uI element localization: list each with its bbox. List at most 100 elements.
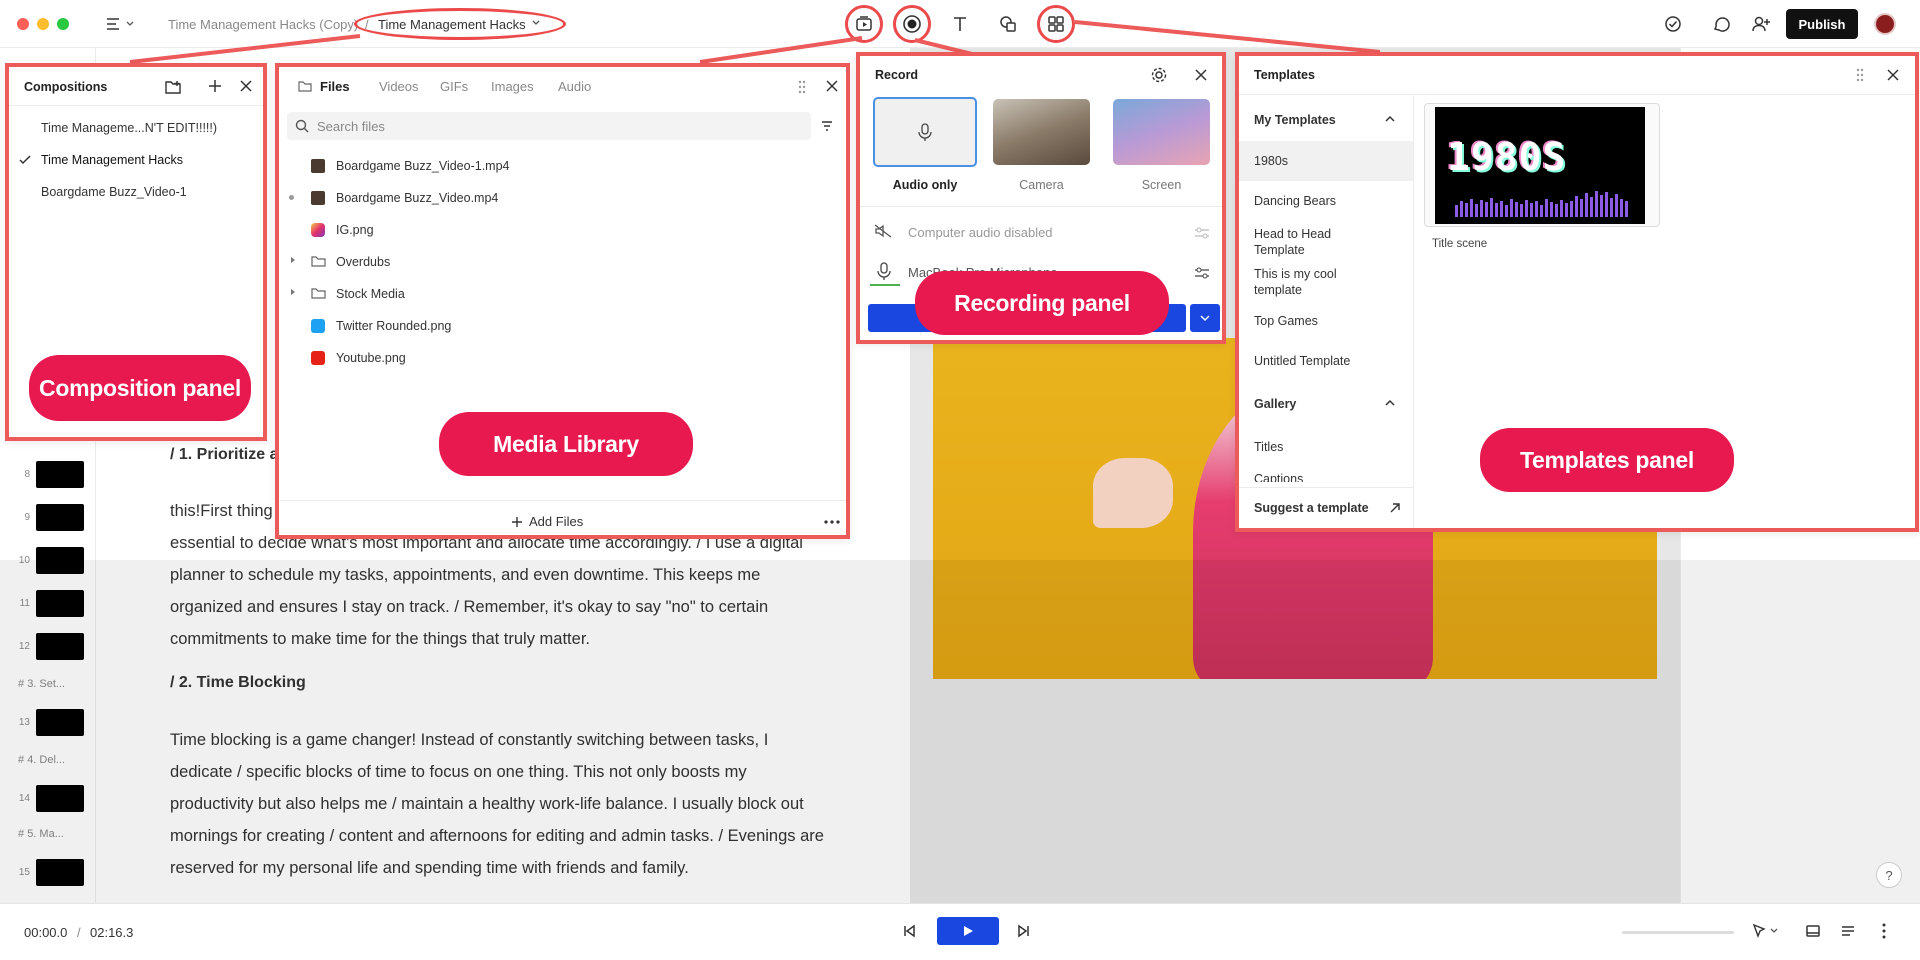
mic-level-meter [870, 284, 900, 286]
script-view-icon[interactable] [1840, 923, 1856, 939]
audio-only-label: Audio only [892, 178, 958, 192]
screen-option[interactable] [1113, 99, 1210, 165]
folder-icon [311, 287, 326, 299]
folder-item[interactable]: Overdubs [336, 255, 390, 269]
file-item[interactable]: Youtube.png [336, 351, 406, 365]
microphone-icon[interactable] [877, 262, 891, 280]
template-preview-title: 1980S [1447, 135, 1567, 179]
template-preview: 1980S [1435, 107, 1645, 224]
camera-option[interactable] [993, 99, 1090, 165]
drag-handle-icon[interactable] [798, 80, 806, 94]
composition-item[interactable]: Boargdame Buzz_Video-1 [41, 185, 187, 199]
template-item[interactable]: This is my cool template [1254, 266, 1374, 298]
file-item[interactable]: Twitter Rounded.png [336, 319, 451, 333]
suggest-template-link[interactable]: Suggest a template [1254, 501, 1369, 515]
dim-overlay [0, 560, 1920, 903]
media-library-panel: Files Videos GIFs Images Audio Search fi… [275, 63, 850, 539]
tab-videos[interactable]: Videos [379, 79, 419, 94]
skip-back-icon[interactable] [902, 924, 916, 938]
gear-icon[interactable] [1150, 66, 1168, 84]
audio-settings-icon[interactable] [1194, 226, 1210, 240]
template-item[interactable]: Head to Head Template [1254, 226, 1374, 258]
template-card-caption: Title scene [1432, 238, 1488, 250]
person-hand [1093, 458, 1173, 528]
cursor-tool-icon[interactable] [1752, 923, 1780, 939]
gallery-item[interactable]: Titles [1254, 440, 1283, 454]
tab-gifs[interactable]: GIFs [440, 79, 468, 94]
templates-panel-title: Templates [1254, 68, 1315, 82]
file-item[interactable]: Boardgame Buzz_Video-1.mp4 [336, 159, 510, 173]
my-templates-heading[interactable]: My Templates [1254, 113, 1336, 127]
tab-audio[interactable]: Audio [558, 79, 591, 94]
expand-arrow-icon[interactable] [290, 256, 296, 264]
mic-settings-icon[interactable] [1194, 266, 1210, 280]
template-card[interactable]: 1980S [1424, 103, 1660, 227]
templates-panel-callout: Templates panel [1480, 428, 1734, 492]
expand-arrow-icon[interactable] [290, 288, 296, 296]
template-item[interactable]: Top Games [1254, 314, 1318, 328]
composition-item[interactable]: Time Manageme...N'T EDIT!!!!!) [41, 121, 217, 135]
microphone-icon [918, 123, 932, 141]
close-icon[interactable] [825, 79, 839, 93]
recording-options-button[interactable] [1190, 304, 1220, 332]
check-icon [19, 155, 31, 165]
skip-forward-icon[interactable] [1017, 924, 1031, 938]
plus-icon [512, 516, 522, 527]
external-link-icon[interactable] [1389, 502, 1401, 514]
folder-icon [311, 255, 326, 267]
video-file-icon [311, 191, 325, 205]
current-time: 00:00.0 [24, 925, 68, 940]
more-icon[interactable] [824, 520, 840, 524]
scene-thumbnail[interactable] [36, 504, 84, 531]
template-item[interactable]: Dancing Bears [1254, 194, 1336, 208]
scene-thumbnail[interactable] [36, 461, 84, 488]
zoom-slider[interactable] [1622, 931, 1734, 934]
file-item[interactable]: Boardgame Buzz_Video.mp4 [336, 191, 498, 205]
gallery-item-label: Captions [1254, 472, 1304, 482]
more-options-icon[interactable] [1882, 923, 1886, 939]
play-icon [964, 926, 973, 936]
script-heading-partial: / 1. Prioritize a [170, 446, 279, 463]
close-icon[interactable] [1194, 68, 1208, 82]
composition-panel: Compositions Time Manageme...N'T EDIT!!!… [5, 63, 267, 441]
new-folder-icon[interactable] [164, 79, 182, 95]
templates-sidebar: My Templates 1980s Dancing Bears Head to… [1239, 95, 1414, 528]
total-time: 02:16.3 [90, 925, 134, 940]
drag-handle-icon[interactable] [1856, 68, 1864, 82]
template-item[interactable]: Untitled Template [1254, 354, 1350, 368]
search-icon [295, 119, 309, 133]
add-files-label: Add Files [529, 514, 584, 529]
layout-icon[interactable] [1805, 923, 1821, 939]
add-files-button[interactable]: Add Files [511, 514, 583, 529]
gallery-item[interactable]: Captions [1254, 472, 1303, 482]
scene-number: 8 [24, 469, 30, 480]
media-library-callout: Media Library [439, 412, 693, 476]
folder-item[interactable]: Stock Media [336, 287, 405, 301]
tab-files[interactable]: Files [320, 79, 350, 94]
close-icon[interactable] [1886, 68, 1900, 82]
help-button[interactable]: ? [1876, 862, 1902, 888]
close-icon[interactable] [239, 79, 253, 93]
help-icon: ? [1885, 867, 1893, 883]
audio-only-option[interactable] [873, 97, 977, 167]
template-item[interactable]: 1980s [1254, 154, 1288, 168]
tab-images[interactable]: Images [491, 79, 534, 94]
scene-number: 9 [24, 512, 30, 523]
folder-icon [298, 80, 312, 92]
chevron-up-icon[interactable] [1385, 399, 1395, 407]
filter-icon[interactable] [820, 119, 834, 133]
chevron-up-icon[interactable] [1385, 115, 1395, 123]
twitter-icon [311, 319, 325, 333]
gallery-heading[interactable]: Gallery [1254, 397, 1296, 411]
chevron-down-icon [1200, 315, 1210, 322]
add-composition-icon[interactable] [208, 79, 222, 93]
composition-item-active[interactable]: Time Management Hacks [41, 153, 183, 167]
search-input[interactable]: Search files [287, 112, 811, 140]
composition-panel-callout: Composition panel [29, 355, 251, 421]
play-button[interactable] [937, 917, 999, 945]
speaker-off-icon[interactable] [874, 224, 892, 238]
computer-audio-status: Computer audio disabled [908, 225, 1053, 240]
file-item[interactable]: IG.png [336, 223, 374, 237]
time-separator: / [77, 925, 81, 940]
audio-waveform-graphic [1455, 191, 1628, 217]
